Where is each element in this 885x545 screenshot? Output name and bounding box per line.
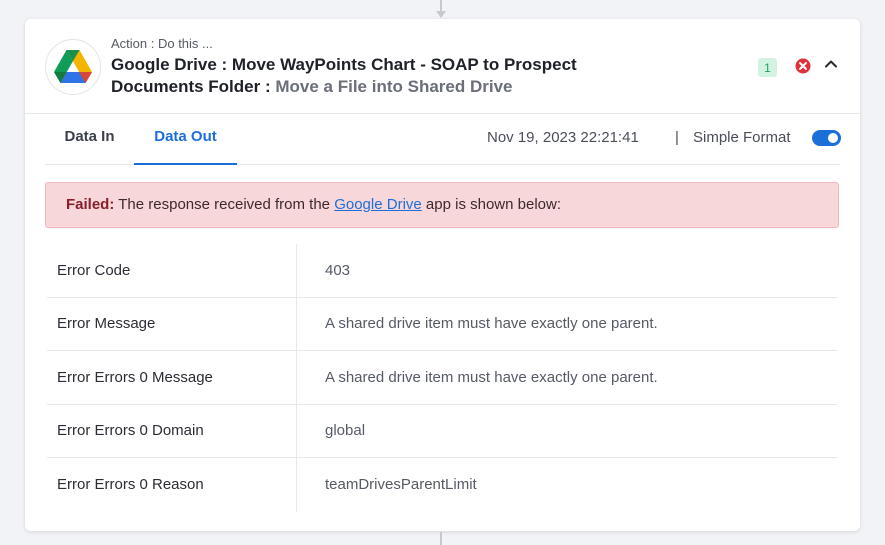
alert-failed-label: Failed:	[66, 196, 115, 213]
response-table: Error Code 403 Error Message A shared dr…	[47, 244, 837, 512]
table-row: Error Errors 0 Reason teamDrivesParentLi…	[47, 458, 837, 512]
meta-separator: |	[675, 129, 679, 146]
row-key: Error Errors 0 Reason	[57, 458, 297, 512]
row-value: A shared drive item must have exactly on…	[325, 315, 658, 333]
row-key: Error Errors 0 Domain	[57, 404, 297, 457]
table-row: Error Errors 0 Message A shared drive it…	[47, 351, 837, 405]
chevron-up-icon[interactable]	[823, 56, 839, 72]
tab-data-in[interactable]: Data In	[45, 115, 134, 165]
step-count-badge: 1	[758, 58, 777, 77]
table-row: Error Code 403	[47, 244, 837, 298]
step-header[interactable]: Action : Do this ... Google Drive : Move…	[25, 19, 860, 114]
table-row: Error Message A shared drive item must h…	[47, 297, 837, 351]
flow-arrow-down-icon	[436, 11, 446, 18]
google-drive-icon	[45, 39, 101, 95]
tab-data-out[interactable]: Data Out	[134, 115, 237, 165]
row-key: Error Code	[57, 244, 297, 297]
failed-alert: Failed: The response received from the G…	[45, 182, 839, 228]
alert-text-before: The response received from the	[118, 196, 331, 213]
alert-text-after: app is shown below:	[425, 196, 562, 213]
row-value: teamDrivesParentLimit	[325, 476, 477, 494]
row-value: global	[325, 422, 366, 440]
response-timestamp: Nov 19, 2023 22:21:41	[487, 129, 639, 146]
step-title: Google Drive : Move WayPoints Chart - SO…	[111, 54, 631, 98]
tabs-row: Data In Data Out Nov 19, 2023 22:21:41 |…	[45, 115, 841, 165]
google-drive-link[interactable]: Google Drive	[334, 196, 422, 213]
flow-connector-bottom	[440, 532, 442, 545]
row-key: Error Errors 0 Message	[57, 351, 297, 404]
row-key: Error Message	[57, 297, 297, 350]
toggle-knob	[828, 133, 838, 143]
error-icon[interactable]	[795, 58, 811, 74]
step-card: Action : Do this ... Google Drive : Move…	[25, 19, 860, 531]
row-value: A shared drive item must have exactly on…	[325, 368, 658, 386]
simple-format-label: Simple Format	[693, 129, 791, 146]
row-value: 403	[325, 261, 351, 279]
step-title-sub: Move a File into Shared Drive	[275, 77, 513, 96]
action-label: Action : Do this ...	[111, 36, 213, 51]
table-row: Error Errors 0 Domain global	[47, 404, 837, 458]
simple-format-toggle[interactable]	[812, 130, 841, 146]
